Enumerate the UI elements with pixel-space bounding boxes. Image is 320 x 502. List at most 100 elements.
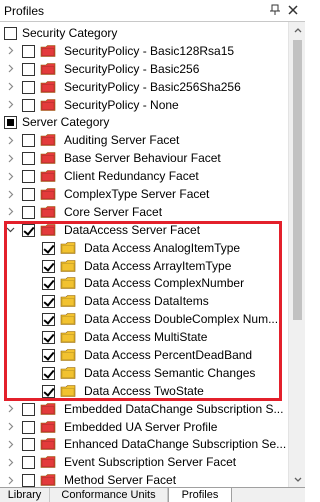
tree-row-label: Method Server Facet: [64, 473, 177, 488]
tree-row[interactable]: Client Redundancy Facet: [0, 167, 288, 185]
checkbox[interactable]: [22, 438, 35, 452]
chevron-right-icon[interactable]: [4, 169, 16, 183]
checkbox[interactable]: [22, 205, 35, 219]
checkbox[interactable]: [22, 223, 35, 237]
checkbox[interactable]: [42, 241, 55, 255]
tree-row-label: Data Access ComplexNumber: [84, 276, 245, 291]
scroll-down-icon[interactable]: [289, 472, 306, 488]
folder-icon: [40, 44, 57, 58]
chevron-right-icon[interactable]: [4, 402, 16, 416]
tree-row[interactable]: Core Server Facet: [0, 203, 288, 221]
checkbox[interactable]: [22, 188, 35, 202]
checkbox[interactable]: [22, 80, 35, 94]
chevron-right-icon[interactable]: [4, 473, 16, 487]
checkbox[interactable]: [42, 349, 55, 363]
tree-row[interactable]: Data Access ComplexNumber: [0, 274, 288, 292]
checkbox[interactable]: [22, 62, 35, 76]
checkbox[interactable]: [22, 420, 35, 434]
tree-row-label: Data Access PercentDeadBand: [84, 348, 253, 363]
checkbox[interactable]: [22, 44, 35, 58]
checkbox[interactable]: [22, 402, 35, 416]
chevron-right-icon[interactable]: [4, 80, 16, 94]
tree-row[interactable]: Data Access PercentDeadBand: [0, 346, 288, 364]
chevron-right-icon[interactable]: [4, 44, 16, 58]
tree-row[interactable]: Event Subscription Server Facet: [0, 453, 288, 471]
tree-row-label: Data Access MultiState: [84, 330, 208, 345]
tree-row[interactable]: Data Access ArrayItemType: [0, 257, 288, 275]
folder-icon: [40, 151, 57, 165]
checkbox[interactable]: [42, 259, 55, 273]
tree-row[interactable]: Data Access MultiState: [0, 328, 288, 346]
checkbox[interactable]: [22, 456, 35, 470]
tree-row-label: SecurityPolicy - None: [64, 97, 179, 112]
tree-row[interactable]: SecurityPolicy - Basic128Rsa15: [0, 42, 288, 60]
tree-row[interactable]: Server Category: [0, 113, 288, 131]
folder-icon: [40, 437, 57, 451]
tree-row-label: Auditing Server Facet: [64, 133, 180, 148]
chevron-right-icon[interactable]: [4, 420, 16, 434]
vertical-scrollbar[interactable]: [288, 22, 305, 488]
checkbox[interactable]: [22, 474, 35, 488]
chevron-right-icon[interactable]: [4, 133, 16, 147]
tree-row-label: Base Server Behaviour Facet: [64, 151, 221, 166]
folder-icon: [60, 312, 77, 326]
checkbox[interactable]: [42, 295, 55, 309]
tree-row-label: Core Server Facet: [64, 204, 163, 219]
tree-row[interactable]: ComplexType Server Facet: [0, 185, 288, 203]
tree-row[interactable]: Data Access AnalogItemType: [0, 239, 288, 257]
checkbox[interactable]: [22, 98, 35, 112]
tree-row[interactable]: Security Category: [0, 24, 288, 42]
tree-row-label: SecurityPolicy - Basic256Sha256: [64, 79, 241, 94]
checkbox[interactable]: [22, 134, 35, 148]
checkbox[interactable]: [4, 27, 17, 40]
checkbox[interactable]: [22, 152, 35, 166]
tree-row[interactable]: Data Access TwoState: [0, 382, 288, 400]
tree-row-label: DataAccess Server Facet: [64, 222, 201, 237]
chevron-right-icon[interactable]: [4, 151, 16, 165]
chevron-down-icon[interactable]: [4, 223, 16, 237]
tree-row[interactable]: Data Access Semantic Changes: [0, 364, 288, 382]
tree-row[interactable]: Embedded DataChange Subscription S...: [0, 400, 288, 418]
tree-row[interactable]: SecurityPolicy - Basic256: [0, 60, 288, 78]
profiles-tree[interactable]: Security Category SecurityPolicy - Basic1…: [0, 24, 288, 488]
panel-tabs: Library Conformance Units Profiles: [0, 487, 305, 502]
tree-row[interactable]: DataAccess Server Facet: [0, 221, 288, 239]
scrollbar-thumb[interactable]: [293, 40, 302, 320]
folder-icon: [40, 98, 57, 112]
chevron-right-icon[interactable]: [4, 187, 16, 201]
checkbox[interactable]: [42, 366, 55, 380]
tab-library[interactable]: Library: [0, 488, 50, 502]
tab-profiles[interactable]: Profiles: [168, 488, 232, 502]
checkbox[interactable]: [22, 170, 35, 184]
folder-icon: [60, 366, 77, 380]
tree-row[interactable]: Embedded UA Server Profile: [0, 418, 288, 436]
tree-row[interactable]: Method Server Facet: [0, 471, 288, 488]
chevron-right-icon[interactable]: [4, 98, 16, 112]
folder-icon: [40, 133, 57, 147]
scroll-up-icon[interactable]: [289, 22, 306, 38]
folder-icon: [40, 455, 57, 469]
folder-icon: [60, 384, 77, 398]
folder-icon: [60, 276, 77, 290]
close-icon[interactable]: [286, 3, 300, 17]
tree-row-label: Event Subscription Server Facet: [64, 455, 237, 470]
chevron-right-icon[interactable]: [4, 455, 16, 469]
folder-icon: [40, 80, 57, 94]
tree-row[interactable]: Enhanced DataChange Subscription Se...: [0, 435, 288, 453]
tree-row[interactable]: SecurityPolicy - None: [0, 96, 288, 114]
pin-icon[interactable]: [268, 3, 282, 17]
tab-conformance-units[interactable]: Conformance Units: [50, 488, 168, 502]
tree-row[interactable]: Data Access DataItems: [0, 292, 288, 310]
chevron-right-icon[interactable]: [4, 205, 16, 219]
checkbox[interactable]: [4, 116, 17, 130]
tree-row[interactable]: Base Server Behaviour Facet: [0, 149, 288, 167]
chevron-right-icon[interactable]: [4, 437, 16, 451]
tree-row[interactable]: Auditing Server Facet: [0, 131, 288, 149]
tree-row[interactable]: Data Access DoubleComplex Num...: [0, 310, 288, 328]
checkbox[interactable]: [42, 277, 55, 291]
checkbox[interactable]: [42, 331, 55, 345]
checkbox[interactable]: [42, 313, 55, 327]
chevron-right-icon[interactable]: [4, 62, 16, 76]
tree-row[interactable]: SecurityPolicy - Basic256Sha256: [0, 78, 288, 96]
checkbox[interactable]: [42, 384, 55, 398]
